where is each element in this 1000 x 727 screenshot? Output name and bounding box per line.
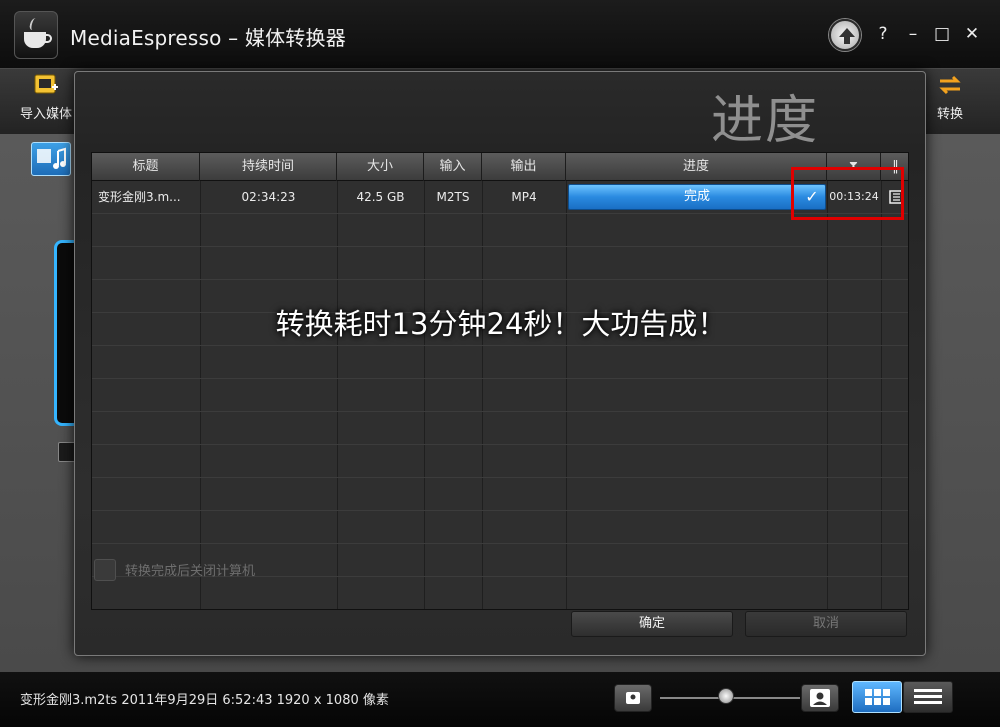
column-header-title[interactable]: 标题: [92, 153, 200, 181]
column-header-duration[interactable]: 持续时间: [200, 153, 337, 181]
minimize-button[interactable]: –: [902, 22, 924, 46]
ok-button[interactable]: 确定: [571, 611, 733, 637]
cell-size: 42.5 GB: [356, 190, 405, 204]
cell-title: 变形金刚3.m...: [98, 190, 181, 204]
convert-button[interactable]: 转换: [924, 69, 976, 135]
maximize-button[interactable]: □: [931, 22, 953, 46]
import-media-label: 导入媒体: [19, 107, 72, 122]
progress-dialog: 进度 标题 持续时间 大小 输入 输出 进度 ⧗ ‖ 变形金刚3.m... 02…: [74, 71, 926, 656]
cell-input: M2TS: [436, 190, 470, 204]
progress-table: 标题 持续时间 大小 输入 输出 进度 ⧗ ‖ 变形金刚3.m... 02:34…: [91, 152, 909, 610]
cell-output: MP4: [511, 190, 537, 204]
shutdown-label: 转换完成后关闭计算机: [125, 564, 256, 579]
column-header-output[interactable]: 输出: [482, 153, 566, 181]
title-bar: MediaEspresso – 媒体转换器 ? – □ ✕: [0, 0, 1000, 68]
media-library-tab[interactable]: [31, 142, 71, 176]
large-thumbnail-icon: [810, 689, 830, 707]
cell-duration: 02:34:23: [241, 190, 296, 204]
zoom-slider-thumb[interactable]: [718, 688, 734, 704]
list-view-button[interactable]: [903, 681, 953, 713]
convert-arrows-icon: [939, 75, 961, 95]
file-info: 变形金刚3.m2ts 2011年9月29日 6:52:43 1920 x 108…: [20, 693, 389, 708]
app-logo-icon: [14, 11, 58, 59]
arrow-up-icon: [839, 28, 855, 44]
dialog-title: 进度: [710, 91, 819, 151]
progress-label: 完成: [683, 189, 710, 204]
column-header-progress[interactable]: 进度: [566, 153, 827, 181]
zoom-in-button[interactable]: [801, 684, 839, 712]
red-highlight-annotation: [791, 167, 904, 220]
status-bar: 变形金刚3.m2ts 2011年9月29日 6:52:43 1920 x 108…: [0, 672, 1000, 727]
close-button[interactable]: ✕: [961, 22, 983, 46]
column-header-input[interactable]: 输入: [424, 153, 482, 181]
cancel-button[interactable]: 取消: [745, 611, 907, 637]
shutdown-checkbox[interactable]: [94, 559, 116, 581]
import-media-button[interactable]: 导入媒体: [14, 69, 78, 135]
update-button[interactable]: [829, 19, 861, 51]
app-title: MediaEspresso – 媒体转换器: [70, 26, 346, 50]
column-header-size[interactable]: 大小: [337, 153, 424, 181]
grid-view-button[interactable]: [852, 681, 902, 713]
progress-bar: 完成: [568, 184, 826, 210]
zoom-out-button[interactable]: [614, 684, 652, 712]
completion-message: 转换耗时13分钟24秒！大功告成！: [275, 307, 727, 341]
convert-label: 转换: [936, 107, 963, 122]
table-header: 标题 持续时间 大小 输入 输出 进度 ⧗ ‖: [92, 153, 908, 181]
help-button[interactable]: ?: [872, 22, 894, 46]
grid-view-icon: [865, 689, 890, 705]
list-view-icon: [914, 689, 942, 704]
media-library-icon: [37, 147, 66, 169]
import-media-icon: [34, 74, 58, 94]
small-thumbnail-icon: [626, 692, 640, 704]
